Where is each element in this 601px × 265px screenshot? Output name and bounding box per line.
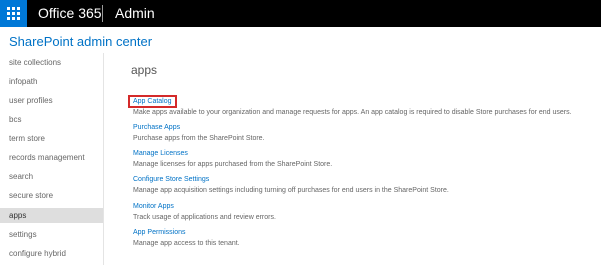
nav-item-term-store[interactable]: term store xyxy=(0,131,103,146)
purchase-apps-link[interactable]: Purchase Apps xyxy=(133,123,180,132)
nav-item-search[interactable]: search xyxy=(0,169,103,184)
manage-licenses-link[interactable]: Manage Licenses xyxy=(133,149,188,158)
app-catalog-entry: App Catalog Make apps available to your … xyxy=(128,90,572,117)
monitor-apps-entry: Monitor Apps Track usage of applications… xyxy=(133,195,276,222)
nav-item-bcs[interactable]: bcs xyxy=(0,112,103,127)
configure-store-settings-entry: Configure Store Settings Manage app acqu… xyxy=(133,168,449,195)
app-permissions-description: Manage app access to this tenant. xyxy=(133,240,240,247)
header-divider xyxy=(102,5,103,22)
office365-brand-link[interactable]: Office 365 xyxy=(38,5,102,22)
app-launcher-icon xyxy=(7,7,20,20)
nav-item-user-profiles[interactable]: user profiles xyxy=(0,93,103,108)
page-title: SharePoint admin center xyxy=(9,34,153,49)
app-name-admin-link[interactable]: Admin xyxy=(115,5,155,22)
nav-item-configure-hybrid[interactable]: configure hybrid xyxy=(0,246,103,261)
nav-item-infopath[interactable]: infopath xyxy=(0,74,103,89)
nav-item-site-collections[interactable]: site collections xyxy=(0,55,103,70)
manage-licenses-entry: Manage Licenses Manage licenses for apps… xyxy=(133,142,332,169)
app-permissions-entry: App Permissions Manage app access to thi… xyxy=(133,221,240,248)
app-launcher-button[interactable] xyxy=(0,0,27,27)
nav-item-records-management[interactable]: records management xyxy=(0,150,103,165)
purchase-apps-entry: Purchase Apps Purchase apps from the Sha… xyxy=(133,116,265,143)
app-permissions-link[interactable]: App Permissions xyxy=(133,228,186,237)
configure-store-settings-description: Manage app acquisition settings includin… xyxy=(133,187,449,194)
top-bar: Office 365 Admin xyxy=(0,0,601,27)
nav-item-apps[interactable]: apps xyxy=(0,208,103,223)
nav-item-secure-store[interactable]: secure store xyxy=(0,188,103,203)
app-catalog-link[interactable]: App Catalog xyxy=(128,95,177,108)
monitor-apps-link[interactable]: Monitor Apps xyxy=(133,202,174,211)
configure-store-settings-link[interactable]: Configure Store Settings xyxy=(133,175,209,184)
section-title: apps xyxy=(131,63,158,77)
left-navigation: site collections infopath user profiles … xyxy=(0,53,104,265)
nav-item-settings[interactable]: settings xyxy=(0,227,103,242)
